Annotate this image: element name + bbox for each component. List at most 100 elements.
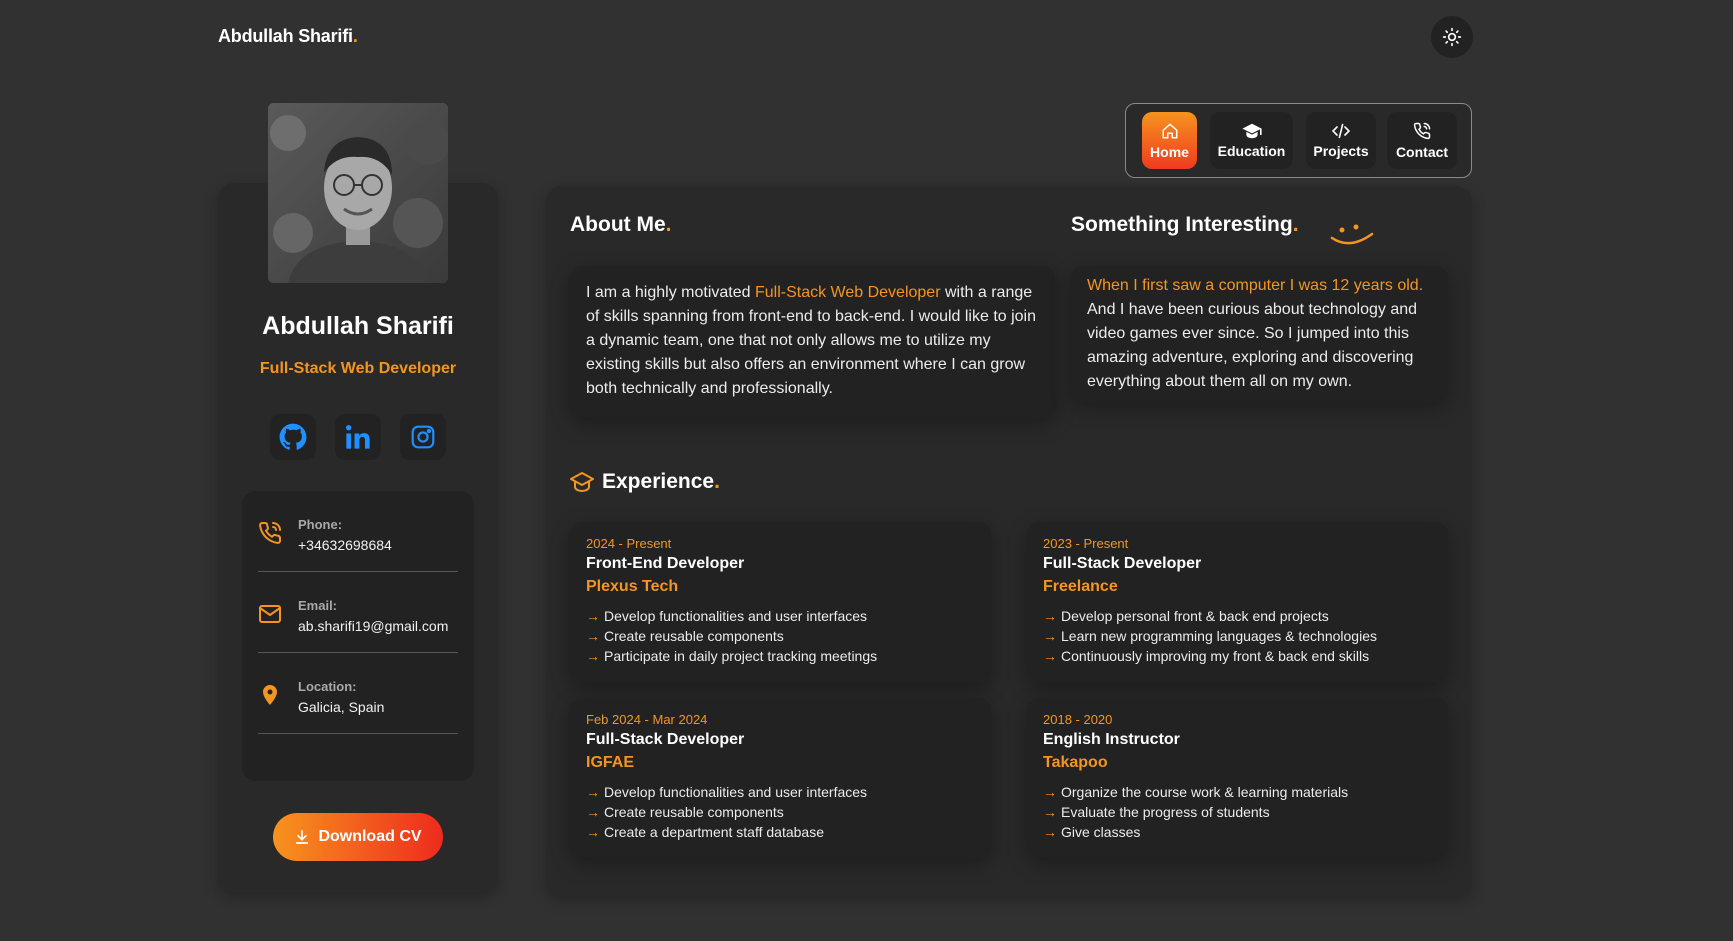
experience-points: → Organize the course work & learning mat… <box>1043 782 1432 842</box>
nav-contact-label: Contact <box>1395 143 1449 160</box>
experience-company: Plexus Tech <box>586 578 679 595</box>
contact-email-value[interactable]: ab.sharifi19@gmail.com <box>298 618 448 634</box>
contact-phone-value[interactable]: +34632698684 <box>298 537 392 553</box>
experience-point: → Create reusable components <box>586 628 784 644</box>
about-title-dot: . <box>665 213 672 236</box>
graduation-cap-icon <box>570 472 594 492</box>
experience-point: → Create a department staff database <box>586 824 824 840</box>
mail-icon <box>259 605 281 623</box>
instagram-link[interactable] <box>400 414 446 460</box>
arrow-right-icon: → <box>586 608 600 624</box>
contact-info: Phone: +34632698684 Email: ab.sharifi19@… <box>242 491 474 781</box>
contact-phone: Phone: +34632698684 <box>258 491 458 572</box>
contact-email: Email: ab.sharifi19@gmail.com <box>258 572 458 653</box>
contact-location: Location: Galicia, Spain <box>258 653 458 734</box>
contact-email-label: Email: <box>298 598 338 613</box>
nav-contact[interactable]: Contact <box>1387 112 1457 169</box>
experience-point: → Evaluate the progress of students <box>1043 804 1270 820</box>
experience-company: Freelance <box>1043 578 1118 595</box>
nav-home-label: Home <box>1150 143 1189 160</box>
location-pin-icon <box>263 685 277 705</box>
github-link[interactable] <box>270 414 316 460</box>
interesting-title: Something Interesting. <box>1071 213 1299 237</box>
experience-point: → Develop personal front & back end proje… <box>1043 608 1329 624</box>
experience-title-dot: . <box>714 470 720 493</box>
phone-icon <box>259 521 282 544</box>
experience-card: 2023 - Present Full-Stack Developer Free… <box>1027 522 1448 682</box>
arrow-right-icon: → <box>586 784 600 800</box>
avatar <box>268 103 448 283</box>
about-highlight: Full-Stack Web Developer <box>754 284 941 301</box>
social-links <box>270 414 446 460</box>
experience-points: → Develop personal front & back end proje… <box>1043 606 1432 666</box>
experience-point: → Organize the course work & learning mat… <box>1043 784 1349 800</box>
experience-date: 2018 - 2020 <box>1043 712 1113 727</box>
nav-home[interactable]: Home <box>1142 112 1197 169</box>
linkedin-link[interactable] <box>335 414 381 460</box>
about-text-before: I am a highly motivated <box>586 284 755 301</box>
interesting-highlight: When I first saw a computer I was 12 yea… <box>1087 277 1424 294</box>
download-icon <box>296 830 309 844</box>
theme-toggle-button[interactable] <box>1431 16 1473 58</box>
main-nav: Home Education Projects Contact <box>1125 103 1472 178</box>
arrow-right-icon: → <box>1043 824 1057 840</box>
experience-title: Full-Stack Developer <box>1043 555 1202 572</box>
experience-point: → Learn new programming languages & techn… <box>1043 628 1377 644</box>
arrow-right-icon: → <box>586 628 600 644</box>
sun-icon <box>1442 27 1462 47</box>
interesting-text: When I first saw a computer I was 12 yea… <box>1071 266 1448 402</box>
interesting-title-dot: . <box>1292 213 1299 236</box>
profile-name: Abdullah Sharifi <box>262 312 454 340</box>
experience-company: IGFAE <box>586 754 635 771</box>
experience-title: English Instructor <box>1043 731 1180 748</box>
interesting-title-text: Something Interesting <box>1071 213 1293 236</box>
brand-logo[interactable]: Abdullah Sharifi. <box>218 26 358 47</box>
smile-icon <box>1330 224 1374 245</box>
experience-point: → Participate in daily project tracking m… <box>586 648 878 664</box>
experience-title: Full-Stack Developer <box>586 731 745 748</box>
experience-point: → Give classes <box>1043 824 1141 840</box>
arrow-right-icon: → <box>1043 804 1057 820</box>
home-icon <box>1162 123 1177 138</box>
nav-education-label: Education <box>1217 142 1286 159</box>
arrow-right-icon: → <box>586 804 600 820</box>
download-cv-label: Download CV <box>318 828 422 845</box>
contact-location-label: Location: <box>298 679 357 694</box>
nav-projects[interactable]: Projects <box>1306 112 1376 169</box>
instagram-icon <box>411 425 435 449</box>
experience-card: Feb 2024 - Mar 2024 Full-Stack Developer… <box>570 698 991 858</box>
brand-name: Abdullah Sharifi <box>218 26 353 46</box>
arrow-right-icon: → <box>1043 648 1057 664</box>
about-title: About Me. <box>570 213 672 237</box>
download-cv-button[interactable]: Download CV <box>273 813 443 861</box>
experience-point: → Create reusable components <box>586 804 784 820</box>
nav-education[interactable]: Education <box>1210 112 1293 169</box>
experience-date: Feb 2024 - Mar 2024 <box>586 712 708 727</box>
interesting-body: And I have been curious about technology… <box>1087 301 1418 390</box>
brand-dot: . <box>352 26 358 46</box>
contact-phone-label: Phone: <box>298 517 343 532</box>
graduation-cap-icon <box>1241 123 1262 138</box>
experience-point: → Develop functionalities and user interf… <box>586 784 868 800</box>
experience-point: → Develop functionalities and user interf… <box>586 608 868 624</box>
experience-card: 2018 - 2020 English Instructor Takapoo →… <box>1027 698 1448 858</box>
experience-date: 2023 - Present <box>1043 536 1129 551</box>
arrow-right-icon: → <box>1043 784 1057 800</box>
about-title-text: About Me <box>570 213 666 236</box>
experience-title-text: Experience <box>602 470 715 493</box>
experience-point: → Continuously improving my front & back … <box>1043 648 1370 664</box>
experience-points: → Develop functionalities and user interf… <box>586 606 975 666</box>
experience-title: Experience. <box>570 470 720 494</box>
experience-date: 2024 - Present <box>586 536 672 551</box>
arrow-right-icon: → <box>1043 628 1057 644</box>
about-text: I am a highly motivated Full-Stack Web D… <box>570 266 1055 418</box>
github-icon <box>279 423 307 450</box>
code-icon <box>1331 123 1351 138</box>
arrow-right-icon: → <box>586 824 600 840</box>
experience-points: → Develop functionalities and user interf… <box>586 782 975 842</box>
arrow-right-icon: → <box>586 648 600 664</box>
experience-company: Takapoo <box>1043 754 1108 771</box>
contact-location-value: Galicia, Spain <box>298 699 385 715</box>
experience-card: 2024 - Present Front-End Developer Plexu… <box>570 522 991 682</box>
arrow-right-icon: → <box>1043 608 1057 624</box>
